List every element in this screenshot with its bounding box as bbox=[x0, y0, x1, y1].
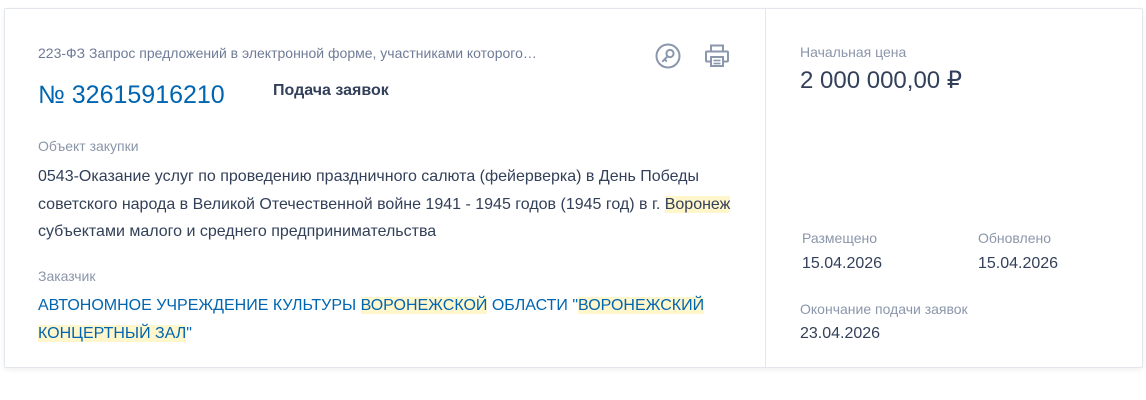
customer-link[interactable]: АВТОНОМНОЕ УЧРЕЖДЕНИЕ КУЛЬТУРЫ ВОРОНЕЖСК… bbox=[38, 292, 738, 347]
column-divider bbox=[765, 9, 766, 367]
key-icon[interactable] bbox=[653, 41, 683, 71]
object-text-highlight: Воронеж bbox=[664, 195, 731, 213]
deadline-label: Окончание подачи заявок bbox=[800, 301, 968, 317]
customer-name-highlight-1: ВОРОНЕЖСКОЙ bbox=[360, 297, 488, 314]
updated-label: Обновлено bbox=[978, 230, 1052, 246]
customer-name-part-2: ОБЛАСТИ " bbox=[487, 297, 579, 314]
posted-label: Размещено bbox=[802, 230, 877, 246]
price-label: Начальная цена bbox=[800, 44, 907, 60]
customer-label: Заказчик bbox=[38, 268, 96, 284]
purchase-number-link[interactable]: № 32615916210 bbox=[38, 81, 225, 110]
object-description: 0543-Оказание услуг по проведению праздн… bbox=[38, 163, 738, 246]
purchase-stage: Подача заявок bbox=[273, 82, 389, 99]
law-type-text: 223-ФЗ Запрос предложений в электронной … bbox=[38, 45, 537, 61]
customer-name-part-3: " bbox=[186, 324, 192, 342]
object-text-start: 0543-Оказание услуг по проведению праздн… bbox=[38, 168, 699, 213]
initial-price: 2 000 000,00 ₽ bbox=[800, 67, 963, 94]
purchase-card: 223-ФЗ Запрос предложений в электронной … bbox=[4, 8, 1143, 368]
object-text-end: субъектами малого и среднего предпринима… bbox=[38, 223, 437, 240]
printer-icon[interactable] bbox=[702, 41, 732, 71]
deadline-date: 23.04.2026 bbox=[800, 325, 881, 342]
posted-date: 15.04.2026 bbox=[802, 255, 883, 272]
customer-name-part-1: АВТОНОМНОЕ УЧРЕЖДЕНИЕ КУЛЬТУРЫ bbox=[38, 297, 361, 314]
object-label: Объект закупки bbox=[38, 138, 139, 154]
updated-date: 15.04.2026 bbox=[978, 255, 1059, 272]
